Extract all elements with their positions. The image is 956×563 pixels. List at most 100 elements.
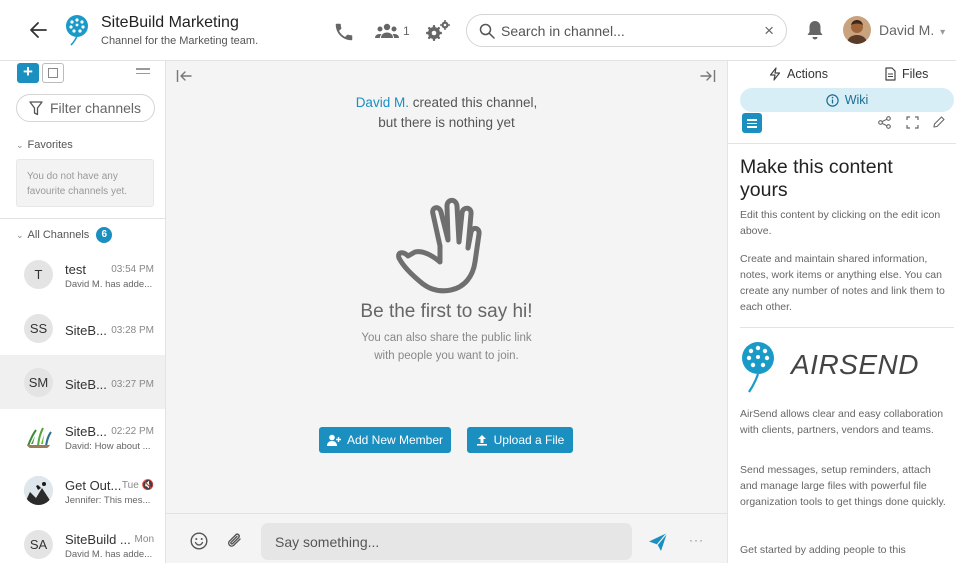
- add-user-icon: [326, 434, 341, 446]
- bell-icon[interactable]: [806, 19, 824, 41]
- channel-item-title: Get Out...: [65, 478, 122, 493]
- channel-item-time: Tue 🔇: [121, 480, 154, 491]
- members-button[interactable]: 1: [375, 22, 410, 40]
- channel-item-title: SiteB...: [65, 323, 107, 338]
- channel-sidebar: + ⌄Favorites You do not have any favouri…: [0, 61, 166, 563]
- grid-view-icon[interactable]: [42, 63, 64, 83]
- phone-icon[interactable]: [333, 21, 355, 43]
- favorites-empty-message: You do not have any favourite channels y…: [16, 159, 154, 207]
- channel-item-time: 03:28 PM: [111, 325, 154, 336]
- favorites-toggle[interactable]: ⌄ Favorites: [16, 139, 73, 151]
- channel-avatar: SS: [24, 314, 53, 343]
- channel-description: Channel for the Marketing team.: [101, 35, 259, 47]
- collapse-right-icon[interactable]: [700, 69, 716, 83]
- channel-item-title: SiteB...: [65, 377, 107, 392]
- wiki-paragraph: AirSend allows clear and easy collaborat…: [740, 408, 944, 436]
- back-arrow-icon[interactable]: [28, 19, 50, 41]
- emoji-icon[interactable]: [190, 532, 208, 550]
- channel-count-badge: 6: [96, 227, 113, 243]
- empty-state-subtitle: You can also share the public link with …: [166, 329, 727, 365]
- channel-item-preview: David: How about ...: [65, 441, 151, 452]
- created-text: created this channel,: [408, 95, 538, 110]
- search-icon: [479, 23, 495, 39]
- divider: [740, 327, 954, 328]
- search-input[interactable]: [501, 15, 761, 46]
- channel-item-title: SiteBuild ...: [65, 532, 131, 547]
- creator-link[interactable]: David M.: [356, 95, 409, 110]
- channel-item-sa[interactable]: SA SiteBuild ... Mon David M. has adde..…: [0, 517, 165, 563]
- channel-item-time: Mon: [134, 534, 154, 545]
- channel-list: T test 03:54 PM David M. has adde... SS …: [0, 247, 165, 563]
- channel-item-time: 02:22 PM: [111, 426, 154, 437]
- wiki-paragraph: Get started by adding people to this: [740, 544, 906, 556]
- channel-item-ss[interactable]: SS SiteB... 03:28 PM: [0, 301, 165, 355]
- channel-item-time: 03:54 PM: [111, 264, 154, 275]
- channel-title: SiteBuild Marketing: [101, 14, 239, 31]
- upload-icon: [476, 434, 488, 446]
- message-input[interactable]: [261, 523, 632, 560]
- more-options-button[interactable]: ···: [689, 533, 704, 547]
- tab-files[interactable]: Files: [885, 67, 928, 81]
- channel-item-preview: David M. has adde...: [65, 279, 153, 290]
- fullscreen-icon[interactable]: [906, 116, 919, 129]
- tab-actions[interactable]: Actions: [769, 67, 828, 81]
- dandelion-logo-icon: [63, 14, 91, 46]
- channel-item-title: SiteB...: [65, 424, 107, 439]
- wiki-paragraph: Edit this content by clicking on the edi…: [740, 209, 941, 237]
- wiki-title: Make this content yours: [740, 156, 893, 201]
- search-box: ×: [466, 14, 787, 47]
- settings-icon[interactable]: [425, 19, 451, 43]
- channel-item-get-out[interactable]: Get Out... Tue 🔇 Jennifer: This mes...: [0, 463, 165, 517]
- channel-item-test[interactable]: T test 03:54 PM David M. has adde...: [0, 247, 165, 301]
- tab-wiki-label: Wiki: [844, 93, 869, 107]
- upload-file-button[interactable]: Upload a File: [467, 427, 573, 453]
- edit-icon[interactable]: [932, 116, 945, 129]
- user-menu[interactable]: David M. ▾: [879, 22, 945, 38]
- channel-image-avatar: [24, 422, 53, 451]
- filter-channels-input[interactable]: [50, 95, 150, 121]
- tab-files-label: Files: [902, 67, 929, 81]
- send-icon[interactable]: [648, 532, 668, 552]
- channel-item-sm-active[interactable]: SM SiteB... 03:27 PM: [0, 355, 165, 409]
- hand-wave-icon: [393, 196, 503, 296]
- file-icon: [885, 67, 896, 81]
- channel-item-preview: David M. has adde...: [65, 549, 153, 560]
- channel-item-title: test: [65, 262, 86, 277]
- add-new-member-label: Add New Member: [346, 433, 444, 447]
- message-composer: ···: [166, 513, 727, 563]
- wiki-paragraph: Send messages, setup reminders, attach a…: [740, 464, 946, 508]
- chevron-down-icon: ▾: [940, 27, 946, 38]
- filter-box: [16, 94, 155, 122]
- clear-search-button[interactable]: ×: [764, 21, 774, 41]
- members-count: 1: [403, 24, 410, 38]
- empty-state-title: Be the first to say hi!: [360, 301, 533, 322]
- wiki-toc-icon[interactable]: [742, 113, 762, 133]
- top-header: SiteBuild Marketing Channel for the Mark…: [0, 0, 956, 61]
- share-icon[interactable]: [878, 116, 891, 129]
- menu-icon[interactable]: [136, 68, 150, 78]
- filter-icon: [29, 101, 43, 116]
- empty-state-line2: with people you want to join.: [374, 350, 519, 362]
- collapse-left-icon[interactable]: [176, 69, 192, 83]
- user-name: David M.: [879, 22, 935, 38]
- channel-image-avatar: [24, 476, 53, 505]
- chevron-down-icon: ⌄: [16, 140, 24, 150]
- upload-file-label: Upload a File: [493, 433, 565, 447]
- favorites-label: Favorites: [27, 139, 73, 151]
- tab-wiki[interactable]: Wiki: [740, 88, 954, 112]
- paperclip-icon[interactable]: [226, 531, 244, 551]
- user-avatar[interactable]: [843, 16, 871, 44]
- info-icon: [825, 93, 839, 107]
- channel-avatar: T: [24, 260, 53, 289]
- divider: [728, 143, 956, 144]
- channel-avatar: SA: [24, 530, 53, 559]
- airsend-brand: AIRSEND: [791, 349, 919, 380]
- add-channel-button[interactable]: +: [17, 63, 39, 83]
- add-new-member-button[interactable]: Add New Member: [319, 427, 451, 453]
- tab-actions-label: Actions: [787, 67, 828, 81]
- channel-item-time: 03:27 PM: [111, 379, 154, 390]
- channel-created-message: David M. created this channel, but there…: [166, 93, 727, 133]
- channel-item-sitebuild-plants[interactable]: SiteB... 02:22 PM David: How about ...: [0, 409, 165, 463]
- all-channels-toggle[interactable]: ⌄ All Channels 6: [16, 227, 113, 243]
- divider: [0, 218, 165, 219]
